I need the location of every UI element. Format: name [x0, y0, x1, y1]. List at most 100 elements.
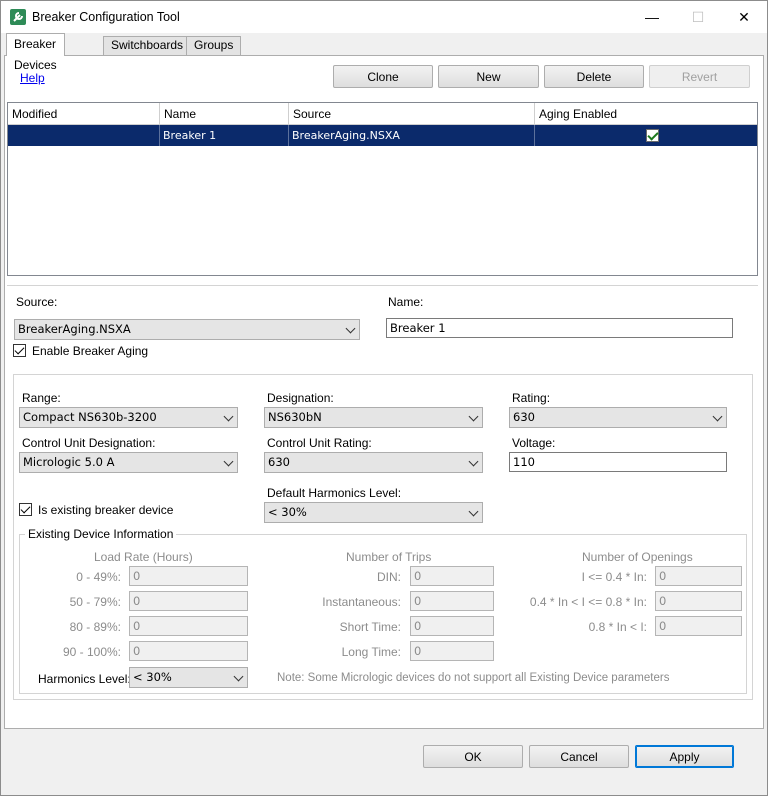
aging-enabled-checkbox[interactable] [646, 129, 659, 142]
chevron-down-icon [345, 323, 356, 334]
control-unit-rating-label: Control Unit Rating: [267, 436, 372, 450]
load-rate-label-1: 50 - 79%: [69, 595, 121, 609]
column-header-aging-enabled[interactable]: Aging Enabled [535, 103, 757, 125]
enable-breaker-aging-checkbox[interactable] [13, 344, 26, 357]
trips-field-3[interactable]: 0 [410, 641, 494, 661]
apply-button[interactable]: Apply [635, 745, 734, 768]
load-rate-header: Load Rate (Hours) [94, 550, 193, 564]
load-rate-field-1[interactable]: 0 [129, 591, 248, 611]
breaker-devices-grid: Modified Name Source Aging Enabled Break… [7, 102, 758, 276]
source-select[interactable]: BreakerAging.NSXA [14, 319, 360, 340]
table-row[interactable]: Breaker 1 BreakerAging.NSXA [8, 125, 757, 146]
source-label: Source: [16, 295, 58, 309]
control-unit-designation-label: Control Unit Designation: [22, 436, 156, 450]
harmonics-level-value: < 30% [133, 670, 172, 684]
source-value: BreakerAging.NSXA [18, 322, 131, 336]
harmonics-level-select[interactable]: < 30% [129, 667, 248, 688]
close-button[interactable]: ✕ [721, 1, 767, 33]
maximize-icon: ☐ [691, 8, 705, 25]
tab-breaker-devices[interactable]: Breaker Devices [6, 33, 65, 72]
chevron-down-icon [223, 456, 234, 467]
breaker-configuration-window: Breaker Configuration Tool — ☐ ✕ Breaker… [0, 0, 768, 796]
trips-field-2[interactable]: 0 [410, 616, 494, 636]
openings-header: Number of Openings [582, 550, 693, 564]
designation-select[interactable]: NS630bN [264, 407, 483, 428]
delete-button[interactable]: Delete [544, 65, 644, 88]
title-bar: Breaker Configuration Tool — ☐ ✕ [1, 1, 767, 33]
name-label: Name: [388, 295, 424, 309]
openings-label-0: I <= 0.4 * In: [581, 570, 647, 584]
rating-value: 630 [513, 410, 535, 424]
grid-header: Modified Name Source Aging Enabled [8, 103, 757, 125]
range-select[interactable]: Compact NS630b-3200 [19, 407, 238, 428]
openings-field-1[interactable]: 0 [655, 591, 742, 611]
minimize-button[interactable]: — [629, 1, 675, 33]
default-harmonics-label: Default Harmonics Level: [267, 486, 402, 500]
control-unit-rating-value: 630 [268, 455, 290, 469]
enable-breaker-aging-label: Enable Breaker Aging [32, 344, 149, 358]
tab-switchboards[interactable]: Switchboards [103, 36, 192, 55]
existing-breaker-checkbox[interactable] [19, 503, 32, 516]
trips-field-0[interactable]: 0 [410, 566, 494, 586]
name-field[interactable]: Breaker 1 [386, 318, 733, 338]
default-harmonics-select[interactable]: < 30% [264, 502, 483, 523]
load-rate-field-0[interactable]: 0 [129, 566, 248, 586]
column-header-modified[interactable]: Modified [8, 103, 160, 125]
control-unit-rating-select[interactable]: 630 [264, 452, 483, 473]
revert-button[interactable]: Revert [649, 65, 750, 88]
clone-button[interactable]: Clone [333, 65, 433, 88]
control-unit-designation-select[interactable]: Micrologic 5.0 A [19, 452, 238, 473]
trips-field-1[interactable]: 0 [410, 591, 494, 611]
maximize-button[interactable]: ☐ [675, 1, 721, 33]
existing-device-note: Note: Some Micrologic devices do not sup… [277, 672, 670, 684]
openings-field-0[interactable]: 0 [655, 566, 742, 586]
chevron-down-icon [468, 506, 479, 517]
close-icon: ✕ [738, 8, 750, 25]
voltage-field[interactable]: 110 [509, 452, 727, 472]
range-label: Range: [22, 391, 61, 405]
existing-device-group-title: Existing Device Information [25, 527, 177, 541]
trips-label-3: Long Time: [341, 645, 401, 659]
column-header-source[interactable]: Source [289, 103, 535, 125]
ok-button[interactable]: OK [423, 745, 523, 768]
existing-breaker-label: Is existing breaker device [38, 503, 174, 517]
openings-label-2: 0.8 * In < I: [588, 620, 647, 634]
cell-aging-enabled [535, 125, 757, 146]
trips-label-2: Short Time: [339, 620, 401, 634]
trips-label-0: DIN: [377, 570, 401, 584]
cell-name: Breaker 1 [160, 125, 289, 146]
range-value: Compact NS630b-3200 [23, 410, 157, 424]
default-harmonics-value: < 30% [268, 505, 307, 519]
load-rate-field-3[interactable]: 0 [129, 641, 248, 661]
trips-header: Number of Trips [346, 550, 432, 564]
minimize-icon: — [645, 9, 659, 25]
cancel-button[interactable]: Cancel [529, 745, 629, 768]
rating-select[interactable]: 630 [509, 407, 727, 428]
cell-source: BreakerAging.NSXA [289, 125, 535, 146]
chevron-down-icon [468, 411, 479, 422]
load-rate-label-0: 0 - 49%: [76, 570, 121, 584]
designation-value: NS630bN [268, 410, 322, 424]
divider [7, 285, 758, 286]
control-unit-designation-value: Micrologic 5.0 A [23, 455, 115, 469]
new-button[interactable]: New [438, 65, 539, 88]
load-rate-field-2[interactable]: 0 [129, 616, 248, 636]
wrench-app-icon [10, 9, 26, 25]
rating-label: Rating: [512, 391, 551, 405]
openings-label-1: 0.4 * In < I <= 0.8 * In: [529, 595, 647, 609]
column-header-name[interactable]: Name [160, 103, 289, 125]
window-title: Breaker Configuration Tool [32, 10, 180, 24]
chevron-down-icon [468, 456, 479, 467]
cell-modified [8, 125, 160, 146]
voltage-label: Voltage: [512, 436, 556, 450]
load-rate-label-3: 90 - 100%: [62, 645, 121, 659]
tab-groups[interactable]: Groups [186, 36, 242, 55]
designation-label: Designation: [267, 391, 334, 405]
harmonics-level-label: Harmonics Level: [38, 672, 131, 686]
chevron-down-icon [223, 411, 234, 422]
chevron-down-icon [233, 671, 244, 682]
openings-field-2[interactable]: 0 [655, 616, 742, 636]
trips-label-1: Instantaneous: [322, 595, 401, 609]
load-rate-label-2: 80 - 89%: [69, 620, 121, 634]
chevron-down-icon [712, 411, 723, 422]
